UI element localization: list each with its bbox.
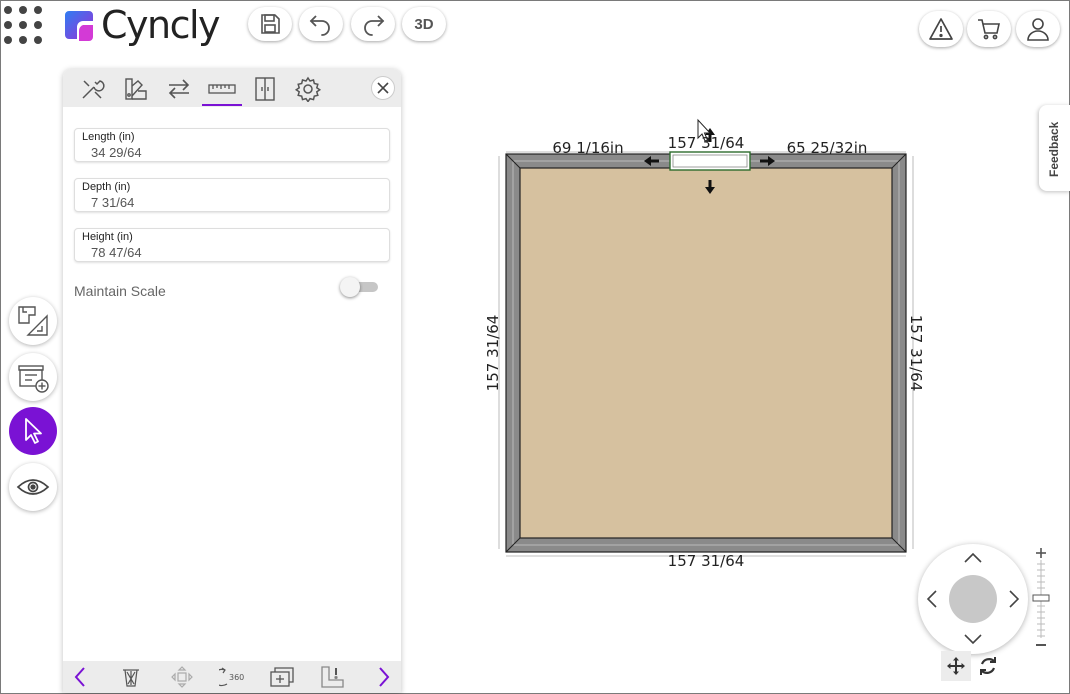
height-value[interactable]: 78 47/64	[91, 245, 142, 260]
dim-top-right: 65 25/32in	[787, 139, 868, 157]
save-icon	[261, 14, 280, 34]
tab-tools[interactable]	[73, 75, 113, 103]
maintain-scale-toggle[interactable]	[340, 277, 380, 297]
chevron-right-icon	[379, 667, 390, 687]
floor-plan-icon	[18, 306, 48, 336]
zoom-handle	[1032, 594, 1050, 602]
tab-materials[interactable]	[116, 75, 156, 103]
clearance-button[interactable]	[317, 664, 347, 690]
dim-top-center: 157 31/64	[668, 134, 745, 152]
panel-footer: 360°	[63, 661, 401, 693]
close-panel-button[interactable]	[371, 76, 395, 100]
dim-bottom: 157 31/64	[668, 552, 745, 570]
cyncly-logo-icon	[65, 11, 93, 41]
chevron-left-icon	[926, 590, 937, 608]
add-cabinet-icon	[18, 365, 49, 393]
tools-icon	[82, 80, 105, 99]
window-glass	[672, 154, 748, 168]
trash-icon	[123, 669, 139, 687]
pan-navigation-control[interactable]	[918, 544, 1028, 654]
floor-plan-tool-button[interactable]	[9, 297, 57, 345]
swap-icon	[168, 79, 190, 99]
eye-icon	[16, 479, 50, 495]
maintain-scale-label: Maintain Scale	[74, 283, 166, 299]
length-field[interactable]: Length (in) 34 29/64	[74, 128, 390, 162]
delete-button[interactable]	[116, 664, 146, 690]
move-button[interactable]	[167, 664, 197, 690]
pan-up-button[interactable]	[963, 548, 983, 568]
zoom-in-icon	[1036, 548, 1046, 558]
door-icon	[255, 77, 275, 101]
orbit-mode-button[interactable]	[973, 651, 1003, 681]
rotate-360-text: 360°	[229, 673, 245, 682]
clearance-icon	[321, 666, 344, 688]
panel-tab-bar	[63, 69, 401, 107]
pan-joystick[interactable]	[949, 575, 997, 623]
tab-doors[interactable]	[245, 75, 285, 103]
rotate-360-button[interactable]: 360°	[217, 664, 247, 690]
nav-mode-bar	[941, 651, 1005, 681]
cart-button[interactable]	[967, 11, 1011, 47]
tab-dimensions[interactable]	[202, 75, 242, 106]
length-value[interactable]: 34 29/64	[91, 145, 142, 160]
user-icon	[1027, 18, 1049, 41]
rotate-icon	[980, 657, 996, 675]
length-label: Length (in)	[82, 131, 135, 143]
height-label: Height (in)	[82, 231, 133, 243]
undo-icon	[309, 15, 330, 36]
redo-icon	[364, 15, 385, 36]
dim-left: 157 31/64	[484, 315, 502, 392]
zoom-slider[interactable]	[1031, 546, 1051, 652]
properties-panel: Length (in) 34 29/64 Depth (in) 7 31/64 …	[63, 69, 401, 693]
save-button[interactable]	[248, 7, 292, 41]
materials-icon	[125, 78, 147, 100]
view-3d-button[interactable]: 3D	[402, 7, 446, 41]
settings-icon	[295, 76, 321, 102]
duplicate-button[interactable]	[267, 664, 297, 690]
move-icon	[171, 666, 193, 688]
tab-swap[interactable]	[159, 75, 199, 103]
pointer-icon	[25, 418, 42, 444]
warning-icon	[929, 18, 953, 40]
rotate-360-icon: 360°	[219, 667, 245, 687]
dim-top-left: 69 1/16in	[552, 139, 623, 157]
select-tool-button[interactable]	[9, 407, 57, 455]
undo-button[interactable]	[299, 7, 343, 41]
brand-logo: Cyncly	[65, 3, 221, 47]
pan-left-button[interactable]	[922, 589, 942, 609]
user-account-button[interactable]	[1016, 11, 1060, 47]
pan-down-button[interactable]	[963, 629, 983, 649]
zoom-slider-graphic	[1032, 548, 1050, 646]
warnings-button[interactable]	[919, 11, 963, 47]
chevron-right-icon	[1009, 590, 1020, 608]
previous-button[interactable]	[65, 664, 95, 690]
redo-button[interactable]	[351, 7, 395, 41]
cart-icon	[978, 19, 1000, 40]
chevron-left-icon	[74, 667, 85, 687]
feedback-label: Feedback	[1047, 121, 1061, 177]
ruler-icon	[208, 84, 236, 94]
tab-settings[interactable]	[288, 75, 328, 103]
depth-value[interactable]: 7 31/64	[91, 195, 134, 210]
floor-plan-canvas[interactable]: 69 1/16in 157 31/64 65 25/32in 157 31/64…	[471, 111, 941, 581]
depth-field[interactable]: Depth (in) 7 31/64	[74, 178, 390, 212]
pan-right-button[interactable]	[1004, 589, 1024, 609]
next-button[interactable]	[369, 664, 399, 690]
close-icon	[377, 82, 389, 94]
move-icon	[947, 657, 965, 675]
room-floor[interactable]	[519, 167, 893, 539]
dim-right: 157 31/64	[907, 315, 925, 392]
depth-label: Depth (in)	[82, 181, 131, 193]
chevron-up-icon	[964, 552, 982, 563]
view-tool-button[interactable]	[9, 463, 57, 511]
apps-grid-icon[interactable]	[4, 6, 44, 46]
chevron-down-icon	[964, 634, 982, 645]
toggle-knob	[340, 277, 360, 297]
height-field[interactable]: Height (in) 78 47/64	[74, 228, 390, 262]
feedback-tab[interactable]: Feedback	[1039, 105, 1070, 191]
brand-name: Cyncly	[101, 3, 221, 47]
pan-mode-button[interactable]	[941, 651, 971, 681]
duplicate-icon	[270, 667, 294, 687]
add-cabinet-tool-button[interactable]	[9, 353, 57, 401]
